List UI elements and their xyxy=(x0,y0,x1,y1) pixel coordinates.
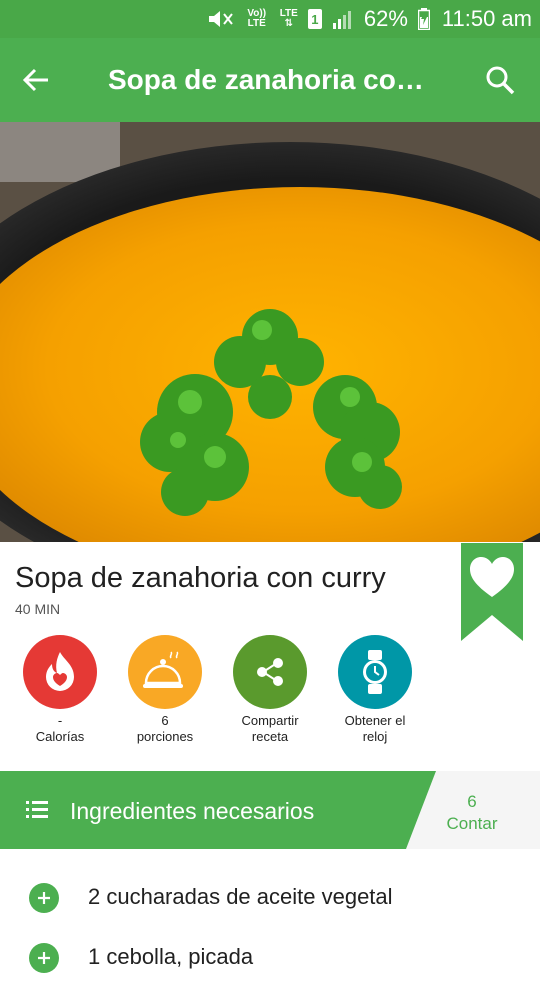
signal-icon xyxy=(332,9,354,29)
recipe-photo xyxy=(0,122,540,542)
cloche-icon xyxy=(143,651,183,688)
lte-signal-icon: LTE ⇅ xyxy=(279,8,298,29)
plus-icon xyxy=(38,892,50,904)
plus-icon xyxy=(38,952,50,964)
mute-icon xyxy=(206,8,234,30)
add-ingredient-button[interactable] xyxy=(29,883,59,913)
watch-label-line1: Obtener el xyxy=(344,713,406,728)
share-label-line2: receta xyxy=(251,729,289,744)
search-button[interactable] xyxy=(482,62,518,98)
portions-label: porciones xyxy=(136,729,194,744)
get-watch-button[interactable]: Obtener el reloj xyxy=(320,635,430,745)
list-item: 2 cucharadas de aceite vegetal xyxy=(0,883,540,944)
favorite-button[interactable] xyxy=(461,543,523,641)
battery-percent: 62% xyxy=(363,6,408,31)
portions-stat[interactable]: 6 porciones xyxy=(110,635,220,745)
list-item: 1 cebolla, picada xyxy=(0,943,540,1004)
ingredients-count-label: Contar xyxy=(446,814,498,833)
flame-icon xyxy=(46,652,74,691)
ingredient-text: 2 cucharadas de aceite vegetal xyxy=(88,884,393,909)
watch-label-line2: reloj xyxy=(362,729,388,744)
ingredients-count[interactable]: 6 Contar xyxy=(430,791,514,835)
battery-icon xyxy=(417,8,430,30)
add-ingredient-button[interactable] xyxy=(29,943,59,973)
recipe-time: 40 MIN xyxy=(15,601,61,617)
ingredients-title: Ingredientes necesarios xyxy=(70,798,315,824)
share-label-line1: Compartir xyxy=(241,713,299,728)
calories-value: - xyxy=(57,713,63,728)
share-icon xyxy=(257,658,283,686)
list-icon xyxy=(26,801,48,818)
app-bar: Sopa de zanahoria con… xyxy=(0,38,540,122)
search-icon xyxy=(486,66,515,95)
status-bar: Vo)) LTE LTE ⇅ 1 62% 11:50 am xyxy=(0,0,540,38)
calories-label: Calorías xyxy=(35,729,85,744)
calories-stat[interactable]: - Calorías xyxy=(5,635,115,745)
ingredients-count-value: 6 xyxy=(467,792,477,811)
portions-value: 6 xyxy=(161,713,169,728)
ingredient-text: 1 cebolla, picada xyxy=(88,944,254,969)
watch-icon xyxy=(363,650,387,694)
volte-indicator: Vo)) LTE xyxy=(247,8,267,29)
page-title: Sopa de zanahoria con… xyxy=(108,64,438,95)
clock: 11:50 am xyxy=(441,6,532,31)
sim-icon: 1 xyxy=(307,9,322,29)
recipe-title: Sopa de zanahoria con curry xyxy=(15,562,386,594)
back-arrow-icon xyxy=(22,68,48,92)
share-recipe-button[interactable]: Compartir receta xyxy=(215,635,325,745)
back-button[interactable] xyxy=(18,62,54,98)
ingredients-header[interactable]: Ingredientes necesarios 6 Contar xyxy=(0,771,540,849)
